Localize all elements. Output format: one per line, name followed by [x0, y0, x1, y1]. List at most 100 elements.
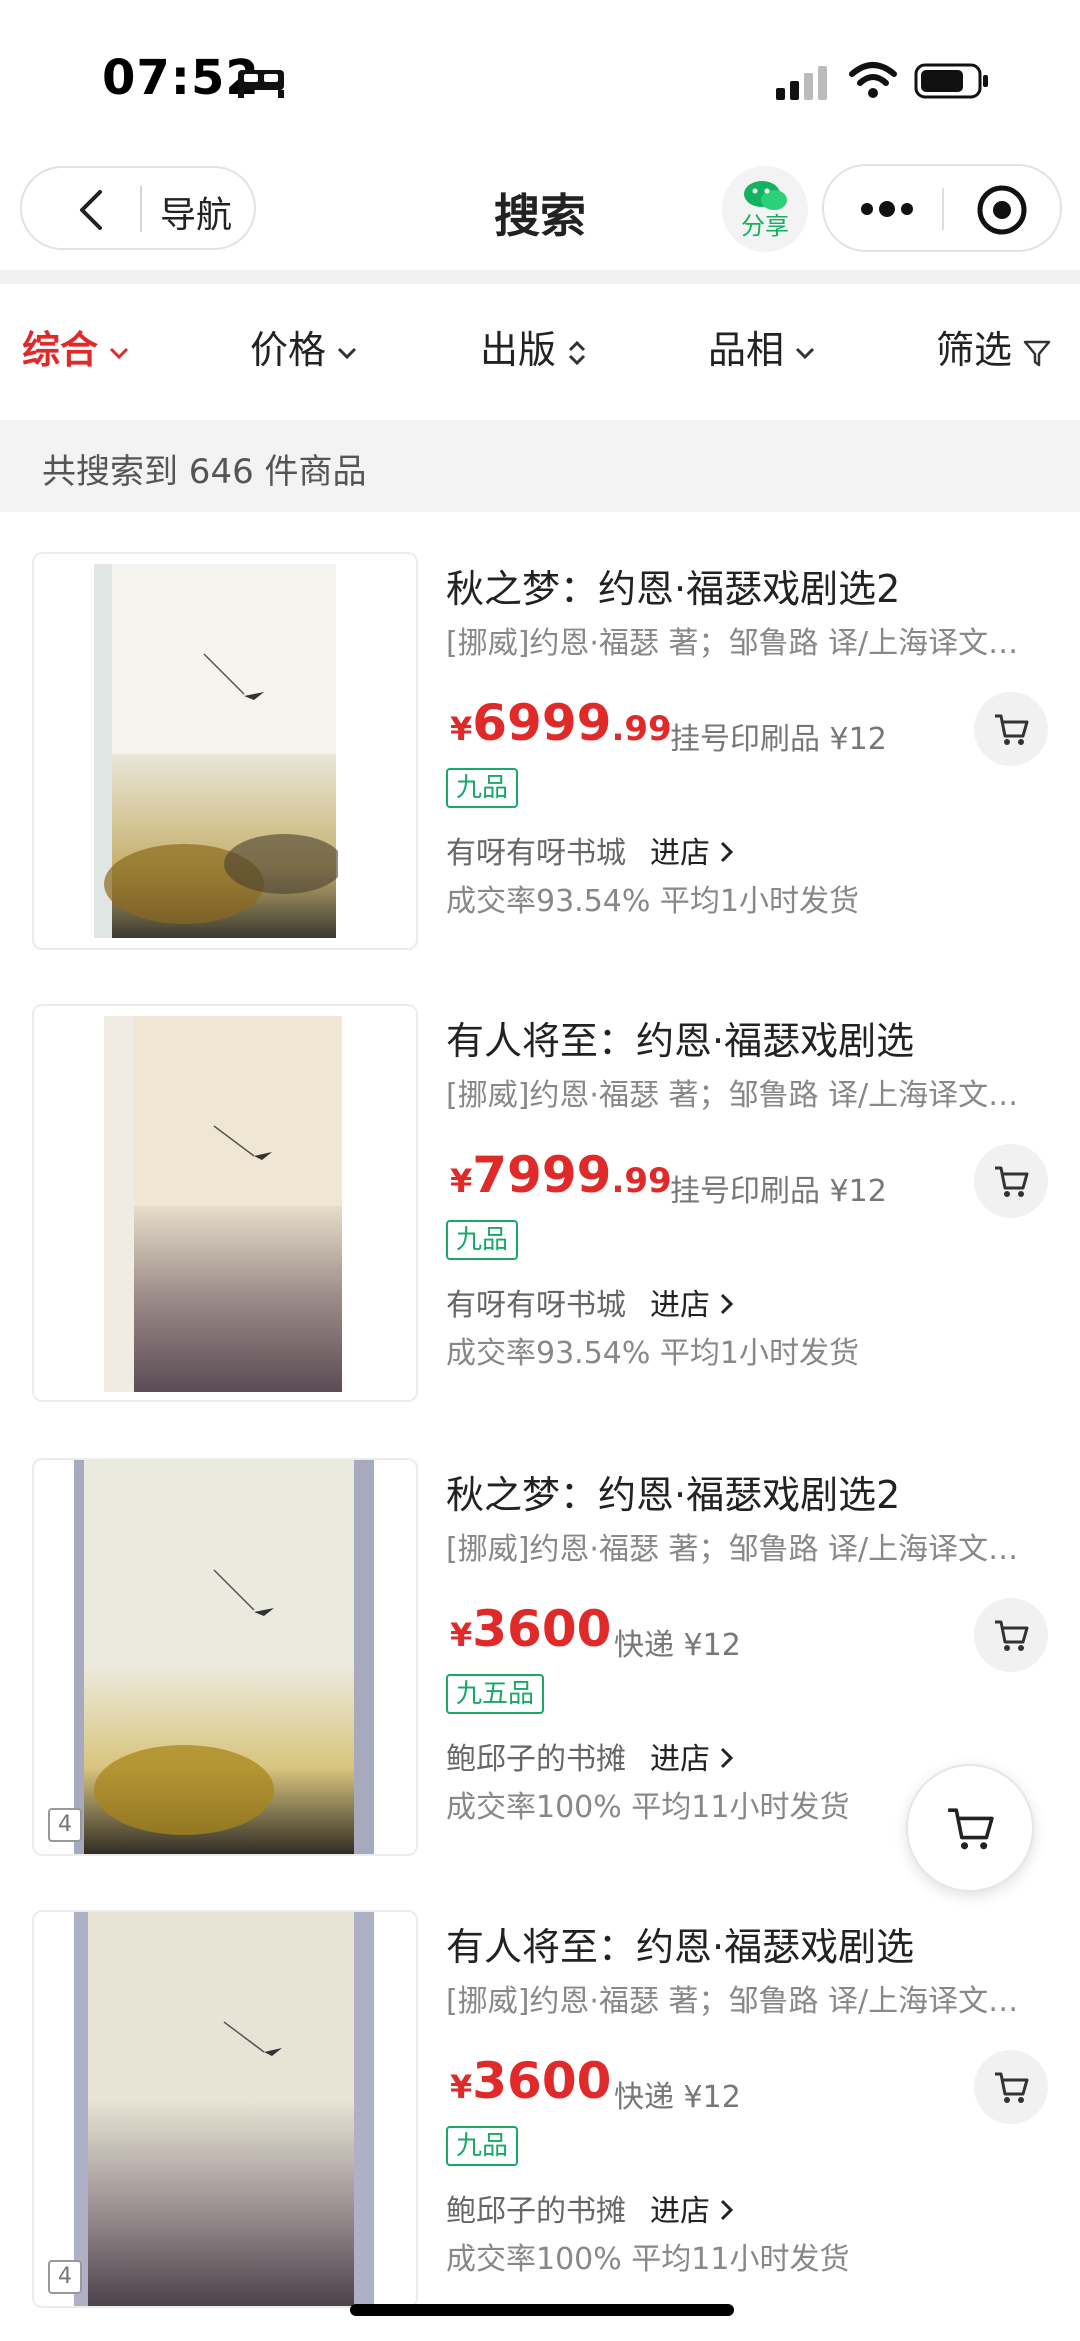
- add-to-cart-button[interactable]: [974, 1598, 1048, 1672]
- product-title[interactable]: 有人将至：约恩·福瑟戏剧选: [446, 1010, 914, 1065]
- floating-cart-button[interactable]: [906, 1764, 1034, 1892]
- product-price: ¥3600: [450, 1600, 611, 1658]
- product-price: ¥7999.99: [450, 1146, 672, 1204]
- enter-shop-link[interactable]: 进店: [650, 1280, 736, 1324]
- price-integer: 3600: [472, 1600, 612, 1658]
- shop-stats: 成交率93.54% 平均1小时发货: [446, 884, 860, 919]
- cart-icon: [995, 1166, 1029, 1197]
- filter-label: 出版: [480, 328, 557, 372]
- filter-label: 品相: [708, 328, 785, 372]
- shipping-info: 挂号印刷品 ¥12: [670, 722, 887, 757]
- product-card[interactable]: 4 有人将至：约恩·福瑟戏剧选 [挪威]约恩·福瑟 著；邹鲁路 译/上海译文出版…: [0, 1870, 1080, 2322]
- product-thumbnail[interactable]: 4: [32, 1458, 418, 1856]
- enter-shop-link[interactable]: 进店: [650, 828, 736, 872]
- shop-stats: 成交率100% 平均11小时发货: [446, 1790, 850, 1825]
- chevron-right-icon: [720, 841, 734, 863]
- share-label: 分享: [741, 212, 789, 240]
- price-symbol: ¥: [450, 1162, 473, 1200]
- filter-bar: 综合 价格 出版 品相 筛选: [0, 284, 1080, 420]
- filter-condition[interactable]: 品相: [708, 324, 816, 376]
- price-symbol: ¥: [450, 1616, 473, 1654]
- chevron-down-icon: [109, 347, 129, 359]
- price-integer: 6999: [472, 694, 612, 752]
- add-to-cart-button[interactable]: [974, 1144, 1048, 1218]
- cart-icon: [948, 1808, 994, 1850]
- condition-badge: 九品: [446, 768, 519, 808]
- price-integer: 3600: [472, 2052, 612, 2110]
- shipping-info: 快递 ¥12: [614, 2080, 741, 2115]
- product-title[interactable]: 秋之梦：约恩·福瑟戏剧选2: [446, 1464, 900, 1519]
- book-cover-image: [74, 1460, 374, 1854]
- condition-badge: 九五品: [446, 1674, 545, 1714]
- chevron-down-icon: [795, 347, 815, 359]
- price-decimal: .99: [611, 709, 672, 749]
- filter-price[interactable]: 价格: [250, 324, 358, 376]
- chevron-down-icon: [337, 347, 357, 359]
- price-symbol: ¥: [450, 2068, 473, 2106]
- product-subtitle: [挪威]约恩·福瑟 著；邹鲁路 译/上海译文出版社: [446, 1984, 1046, 2019]
- result-count-bar: 共搜索到 646 件商品: [0, 420, 1080, 512]
- shop-name[interactable]: 鲍邱子的书摊: [446, 2186, 626, 2230]
- product-subtitle: [挪威]约恩·福瑟 著；邹鲁路 译/上海译文出版社: [446, 1532, 1046, 1567]
- mini-program-capsule: [822, 164, 1062, 252]
- filter-icon: [1023, 340, 1051, 366]
- chevron-right-icon: [720, 1293, 734, 1315]
- product-subtitle: [挪威]约恩·福瑟 著；邹鲁路 译/上海译文出版社: [446, 626, 1046, 661]
- enter-shop-label: 进店: [650, 836, 710, 871]
- book-cover-image: [74, 1912, 374, 2306]
- product-subtitle: [挪威]约恩·福瑟 著；邹鲁路 译/上海译文出版社: [446, 1078, 1046, 1113]
- product-thumbnail[interactable]: 4: [32, 1910, 418, 2308]
- cart-icon: [995, 1620, 1029, 1651]
- product-price: ¥3600: [450, 2052, 611, 2110]
- chevron-right-icon: [720, 1747, 734, 1769]
- share-button[interactable]: 分享: [722, 166, 808, 252]
- image-count-badge: 4: [48, 1808, 82, 1842]
- product-price: ¥6999.99: [450, 694, 672, 752]
- filter-label: 综合: [22, 328, 99, 372]
- result-count: 共搜索到 646 件商品: [42, 452, 367, 492]
- bed-icon: [238, 70, 284, 98]
- separator: [0, 270, 1080, 284]
- status-bar: 07:52: [0, 0, 1080, 160]
- filter-publication[interactable]: 出版: [480, 324, 588, 376]
- shop-name[interactable]: 有呀有呀书城: [446, 1280, 626, 1324]
- filter-comprehensive[interactable]: 综合: [22, 324, 130, 376]
- price-integer: 7999: [472, 1146, 612, 1204]
- product-thumbnail[interactable]: [32, 1004, 418, 1402]
- price-decimal: .99: [611, 1161, 672, 1201]
- add-to-cart-button[interactable]: [974, 2050, 1048, 2124]
- home-indicator[interactable]: [350, 2304, 734, 2316]
- cart-icon: [995, 2072, 1029, 2103]
- enter-shop-link[interactable]: 进店: [650, 2186, 736, 2230]
- book-cover-image: [94, 564, 338, 938]
- enter-shop-label: 进店: [650, 2194, 710, 2229]
- wifi-icon: [849, 62, 897, 98]
- target-icon[interactable]: [976, 184, 1028, 236]
- cart-icon: [995, 714, 1029, 745]
- battery-icon: [914, 63, 988, 99]
- filter-label: 筛选: [936, 328, 1013, 372]
- book-cover-image: [104, 1016, 342, 1392]
- filter-screen[interactable]: 筛选: [936, 324, 1052, 376]
- shop-name[interactable]: 鲍邱子的书摊: [446, 1734, 626, 1778]
- price-symbol: ¥: [450, 710, 473, 748]
- product-card[interactable]: 秋之梦：约恩·福瑟戏剧选2 [挪威]约恩·福瑟 著；邹鲁路 译/上海译文出版社 …: [0, 512, 1080, 964]
- product-thumbnail[interactable]: [32, 552, 418, 950]
- condition-badge: 九品: [446, 1220, 519, 1260]
- enter-shop-link[interactable]: 进店: [650, 1734, 736, 1778]
- product-title[interactable]: 秋之梦：约恩·福瑟戏剧选2: [446, 558, 900, 613]
- product-card[interactable]: 有人将至：约恩·福瑟戏剧选 [挪威]约恩·福瑟 著；邹鲁路 译/上海译文出版社 …: [0, 964, 1080, 1416]
- more-dots-icon[interactable]: [858, 200, 916, 218]
- chevron-right-icon: [720, 2199, 734, 2221]
- condition-badge: 九品: [446, 2126, 519, 2166]
- shop-stats: 成交率100% 平均11小时发货: [446, 2242, 850, 2277]
- product-title[interactable]: 有人将至：约恩·福瑟戏剧选: [446, 1916, 914, 1971]
- shop-stats: 成交率93.54% 平均1小时发货: [446, 1336, 860, 1371]
- enter-shop-label: 进店: [650, 1288, 710, 1323]
- signal-icon: [776, 66, 827, 100]
- filter-label: 价格: [250, 328, 327, 372]
- shop-name[interactable]: 有呀有呀书城: [446, 828, 626, 872]
- divider: [942, 188, 944, 230]
- enter-shop-label: 进店: [650, 1742, 710, 1777]
- add-to-cart-button[interactable]: [974, 692, 1048, 766]
